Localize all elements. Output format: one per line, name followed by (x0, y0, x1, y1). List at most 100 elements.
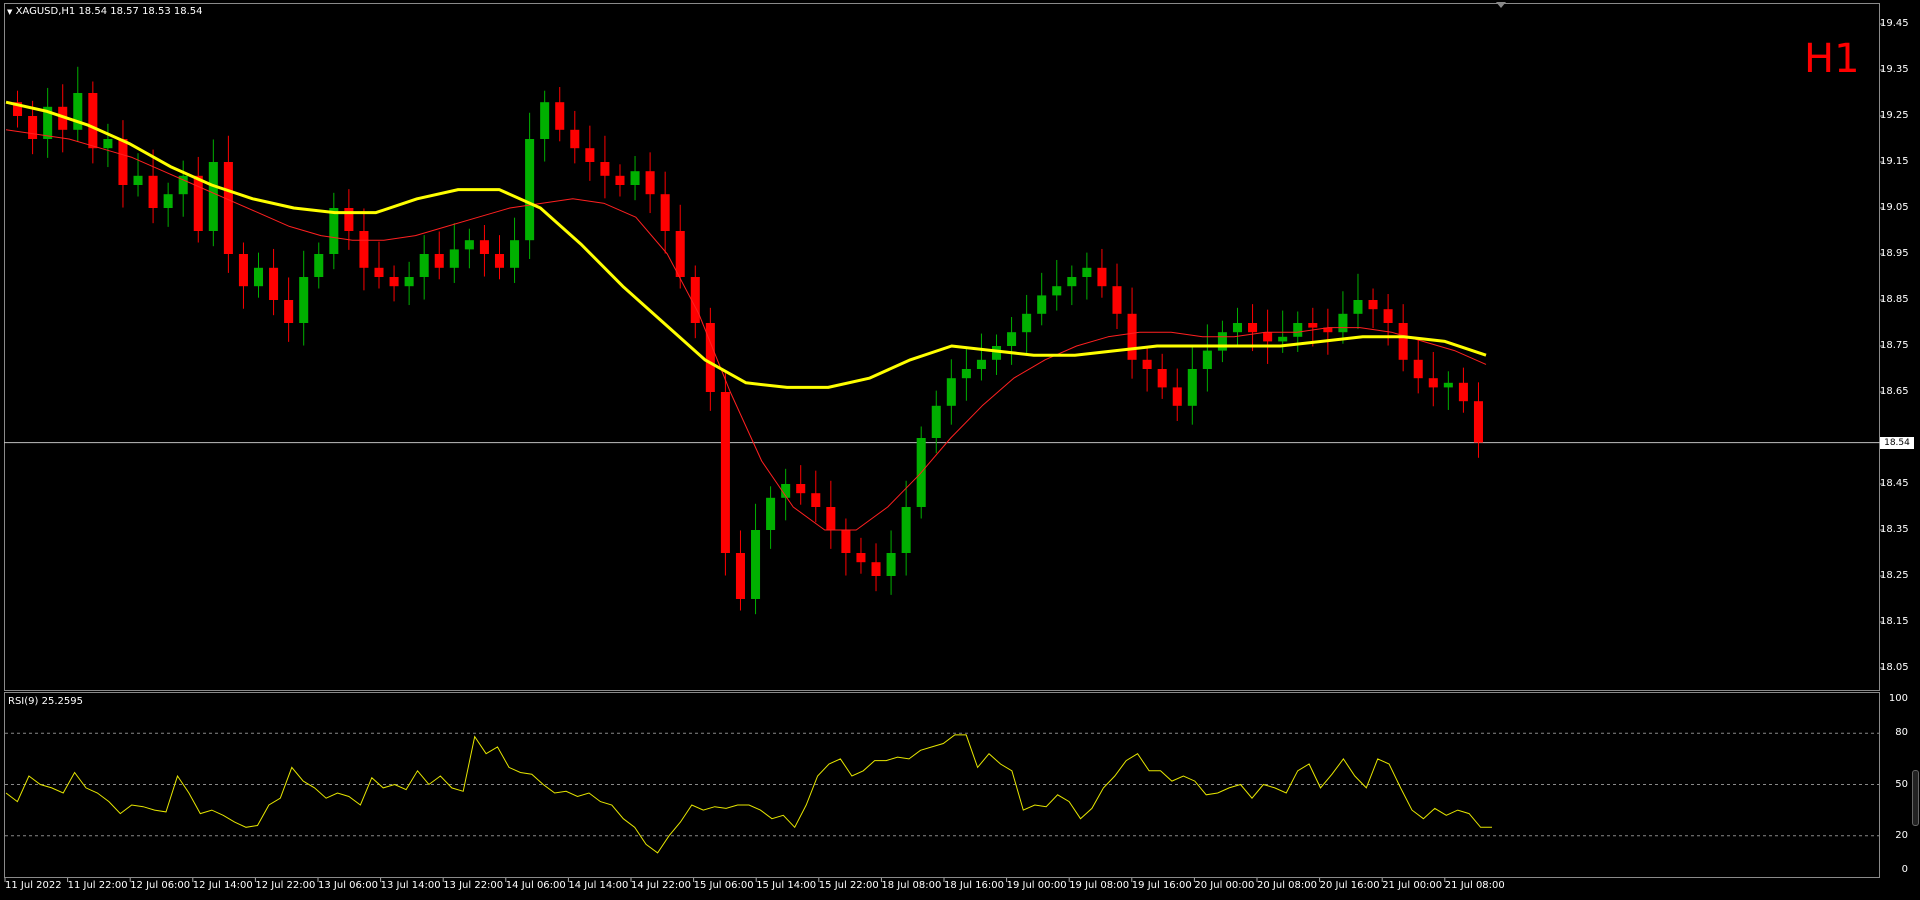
time-tick-label: 11 Jul 2022 (5, 880, 62, 891)
rsi-tick-label: 80 (1895, 727, 1908, 739)
time-tick-label: 20 Jul 08:00 (1257, 880, 1317, 891)
candle-body (269, 267, 279, 300)
candle-body (1413, 359, 1423, 379)
candle-body (1338, 313, 1348, 333)
rsi-tick-label: 100 (1888, 693, 1908, 704)
candle-body (449, 249, 459, 268)
price-tick-label: 18.65 (1880, 386, 1909, 397)
time-tick-label: 11 Jul 22:00 (67, 880, 128, 891)
candle-body (675, 231, 685, 277)
candle-body (1428, 378, 1438, 388)
time-tick-label: 12 Jul 22:00 (255, 880, 316, 891)
candle-body (1097, 267, 1107, 287)
time-tick-label: 18 Jul 16:00 (944, 880, 1004, 891)
candle-body (148, 175, 158, 208)
candle-body (1293, 323, 1303, 337)
candle-body (1187, 369, 1197, 406)
time-tick-label: 21 Jul 08:00 (1444, 880, 1505, 891)
candle-body (856, 553, 866, 563)
candle-body (570, 129, 580, 149)
candle-body (238, 254, 248, 287)
candle-body (1458, 382, 1468, 402)
price-tick-label: 19.05 (1880, 202, 1909, 213)
price-tick-label: 19.25 (1880, 110, 1909, 121)
candle-body (133, 175, 143, 185)
candle-body (329, 208, 339, 254)
candle-body (615, 175, 625, 185)
candle-body (1127, 313, 1137, 360)
candle-body (796, 484, 806, 494)
rsi-tick-label: 20 (1895, 829, 1908, 841)
price-tick-label: 19.45 (1880, 18, 1909, 29)
rsi-line (5, 734, 1492, 854)
candle-body (826, 507, 836, 530)
time-tick-label: 19 Jul 00:00 (1006, 880, 1067, 891)
candle-body (1157, 369, 1167, 388)
candle-body (253, 267, 264, 287)
candle-body (464, 240, 474, 250)
time-tick-label: 12 Jul 06:00 (130, 880, 191, 891)
scroll-handle-icon[interactable] (1912, 770, 1919, 826)
candle-body (886, 553, 896, 576)
candle-body (540, 102, 550, 139)
price-tick-label: 19.15 (1880, 156, 1909, 167)
candle-body (1082, 267, 1092, 277)
candle-body (1022, 313, 1032, 333)
candle-body (976, 359, 986, 369)
candle-body (494, 254, 505, 268)
candle-body (389, 277, 399, 287)
price-tick-label: 18.35 (1880, 524, 1909, 535)
candle-body (118, 139, 128, 185)
candle-body (1007, 332, 1017, 346)
candle-body (525, 139, 535, 241)
candle-body (1052, 286, 1062, 296)
candle-body (1473, 401, 1483, 443)
price-tick-label: 18.75 (1880, 340, 1909, 351)
time-tick-label: 19 Jul 08:00 (1069, 880, 1130, 891)
candle-body (720, 392, 730, 553)
time-tick-label: 15 Jul 22:00 (818, 880, 879, 891)
candle-body (434, 254, 444, 268)
candle-body (299, 277, 309, 323)
candle-body (374, 267, 384, 277)
price-tick-label: 18.15 (1880, 616, 1909, 627)
candle-body (901, 507, 911, 553)
bid-price-tag: 18.54 (1880, 437, 1914, 449)
price-tick-label: 18.05 (1880, 662, 1909, 673)
candle-body (103, 139, 113, 149)
candle-body (1368, 300, 1378, 310)
candle-body (1202, 350, 1212, 369)
candle-body (1398, 323, 1408, 360)
candle-body (208, 162, 218, 231)
time-tick-label: 14 Jul 06:00 (505, 880, 566, 891)
candle-body (404, 277, 414, 287)
candle-body (1037, 295, 1047, 314)
candle-body (1172, 387, 1182, 406)
time-tick-label: 12 Jul 14:00 (192, 880, 253, 891)
candle-body (419, 254, 429, 277)
chart-window: ▼ XAGUSD,H1 18.54 18.57 18.53 18.54 H1 R… (0, 0, 1920, 900)
candle-body (931, 405, 941, 438)
candle-body (555, 102, 565, 130)
time-tick-label: 14 Jul 22:00 (631, 880, 691, 891)
candle-body (1443, 382, 1453, 388)
candle-body (585, 148, 595, 162)
candle-body (1353, 300, 1363, 314)
time-tick-label: 18 Jul 08:00 (881, 880, 942, 891)
price-tick-label: 18.25 (1880, 570, 1909, 581)
candle-body (1232, 323, 1243, 333)
price-tick-label: 19.35 (1880, 64, 1909, 75)
candle-body (946, 378, 956, 406)
price-tick-label: 18.45 (1880, 478, 1909, 489)
candle-body (690, 277, 700, 323)
candle-body (479, 240, 489, 254)
chart-canvas[interactable] (0, 0, 1920, 900)
candle-body (193, 175, 203, 231)
time-tick-label: 13 Jul 22:00 (443, 880, 504, 891)
candle-body (1278, 336, 1288, 342)
candle-body (359, 231, 369, 268)
time-tick-label: 21 Jul 00:00 (1382, 880, 1443, 891)
candle-body (314, 254, 324, 277)
candle-body (991, 346, 1002, 360)
candle-body (645, 171, 655, 195)
